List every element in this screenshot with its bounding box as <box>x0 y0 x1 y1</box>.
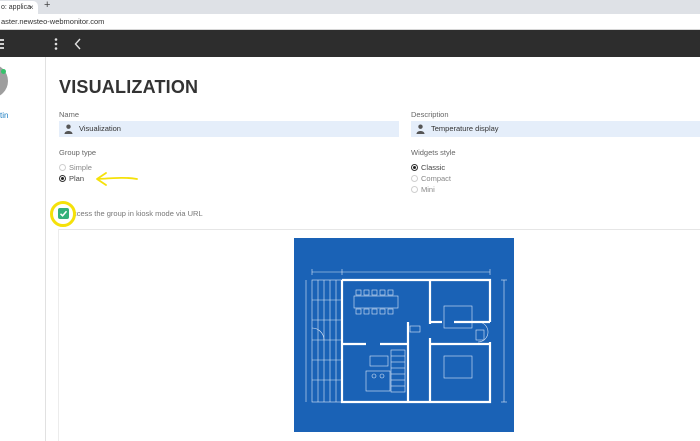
app-header <box>0 30 700 57</box>
radio-label: Plan <box>69 174 85 183</box>
name-field[interactable]: Visualization <box>59 121 399 137</box>
online-status-indicator <box>1 69 6 74</box>
person-icon <box>64 124 73 134</box>
name-label: Name <box>59 110 80 119</box>
radio-button[interactable] <box>411 186 418 193</box>
radio-button[interactable] <box>59 164 66 171</box>
app-logo-icon[interactable] <box>0 38 5 49</box>
user-name-link[interactable]: tin <box>0 111 8 120</box>
chevron-left-icon[interactable] <box>74 38 82 50</box>
floor-plan-image[interactable] <box>294 238 514 432</box>
radio-button-selected[interactable] <box>59 175 66 182</box>
description-value: Temperature display <box>431 124 499 133</box>
floor-plan-drawing <box>305 269 507 404</box>
group-type-label: Group type <box>59 148 97 157</box>
new-tab-button[interactable]: + <box>44 0 50 11</box>
address-bar[interactable]: aster.newsteo-webmonitor.com <box>0 14 700 30</box>
person-icon <box>416 124 425 134</box>
url-text[interactable]: aster.newsteo-webmonitor.com <box>1 17 104 26</box>
radio-label: Classic <box>421 163 446 172</box>
browser-tab[interactable]: o: applica × <box>0 1 38 14</box>
radio-button-selected[interactable] <box>411 164 418 171</box>
radio-button[interactable] <box>411 175 418 182</box>
description-label: Description <box>411 110 449 119</box>
radio-label: Simple <box>69 163 92 172</box>
widgets-style-label: Widgets style <box>411 148 456 157</box>
page-title: VISUALIZATION <box>59 77 199 97</box>
name-value: Visualization <box>79 124 121 133</box>
tab-close-icon[interactable]: × <box>29 1 34 14</box>
radio-label: Compact <box>421 174 452 183</box>
annotation-arrow-icon <box>96 172 138 186</box>
description-field[interactable]: Temperature display <box>411 121 700 137</box>
kiosk-mode-label: ccess the group in kiosk mode via URL <box>73 209 203 218</box>
kebab-menu-icon[interactable] <box>54 38 58 50</box>
browser-tab-title: o: applica <box>1 4 31 11</box>
browser-tab-strip: o: applica × + <box>0 0 700 14</box>
sidebar: tin <box>0 57 46 441</box>
annotation-highlight-circle <box>50 201 76 227</box>
screen: o: applica × + aster.newsteo-webmonitor.… <box>0 0 700 441</box>
radio-label: Mini <box>421 185 435 194</box>
